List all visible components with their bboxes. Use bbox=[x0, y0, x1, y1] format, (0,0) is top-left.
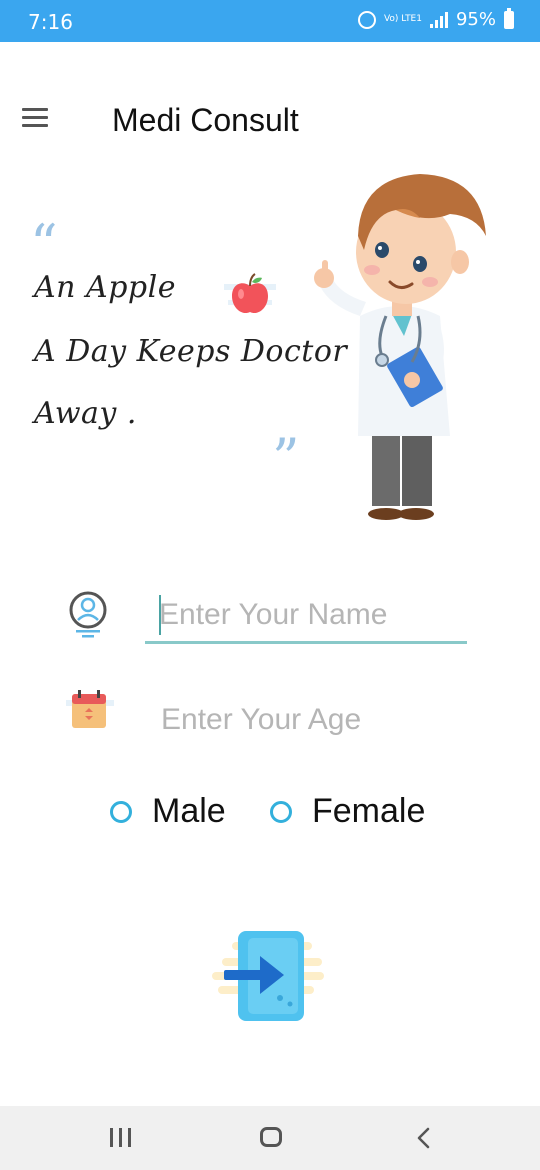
status-time: 7:16 bbox=[28, 10, 73, 34]
quote-line-1: An Apple bbox=[34, 270, 176, 305]
hamburger-menu-icon[interactable] bbox=[22, 108, 50, 130]
signal-icon bbox=[429, 11, 448, 28]
female-radio[interactable]: Female bbox=[270, 792, 425, 831]
radio-circle-icon[interactable] bbox=[270, 800, 292, 823]
calendar-icon bbox=[66, 690, 114, 728]
battery-percent: 95% bbox=[455, 9, 496, 30]
close-quote-icon: ” bbox=[272, 427, 300, 490]
male-radio[interactable]: Male bbox=[110, 792, 226, 831]
lte-label: Vo) LTE1 bbox=[383, 14, 422, 24]
back-icon[interactable] bbox=[414, 1126, 434, 1150]
female-label: Female bbox=[312, 792, 426, 830]
app-title: Medi Consult bbox=[112, 102, 299, 138]
home-icon[interactable] bbox=[260, 1127, 282, 1147]
login-icon[interactable] bbox=[212, 928, 324, 1024]
radio-circle-icon[interactable] bbox=[110, 800, 132, 823]
gender-radio-group: Male Female bbox=[0, 792, 540, 836]
system-nav-bar bbox=[0, 1106, 540, 1170]
status-icons: Vo) LTE1 95% bbox=[357, 7, 514, 30]
status-bar: 7:16 Vo) LTE1 95% bbox=[0, 0, 540, 42]
alarm-icon bbox=[357, 10, 376, 29]
apple-icon bbox=[224, 273, 276, 314]
recents-icon[interactable] bbox=[110, 1128, 132, 1148]
quote-line-3: Away . bbox=[34, 396, 137, 431]
doctor-illustration bbox=[314, 174, 486, 520]
male-label: Male bbox=[152, 792, 226, 830]
text-cursor bbox=[159, 595, 161, 635]
user-icon bbox=[69, 591, 107, 638]
battery-icon bbox=[504, 7, 514, 29]
name-input[interactable] bbox=[145, 588, 467, 644]
age-input[interactable] bbox=[145, 694, 467, 746]
lte-indicator: Vo) LTE1 bbox=[384, 15, 422, 24]
open-quote-icon: “ bbox=[30, 213, 58, 276]
